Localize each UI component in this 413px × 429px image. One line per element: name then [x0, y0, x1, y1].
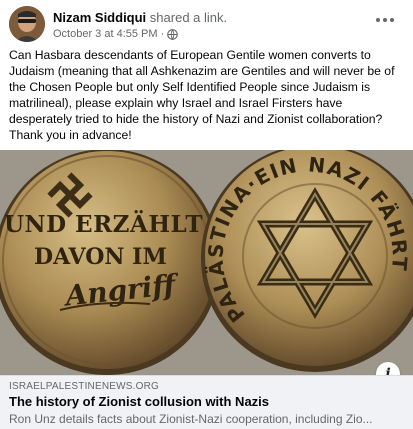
- link-description: Ron Unz details facts about Zionist-Nazi…: [9, 412, 373, 426]
- post-card: Nizam Siddiqui shared a link. October 3 …: [0, 0, 413, 429]
- author-line: Nizam Siddiqui shared a link.: [53, 10, 227, 26]
- globe-icon: [167, 28, 179, 40]
- author-avatar[interactable]: [9, 6, 45, 42]
- more-dot: [376, 18, 380, 22]
- more-dot: [390, 18, 394, 22]
- meta-separator: ·: [160, 28, 165, 40]
- post-timestamp[interactable]: October 3 at 4:55 PM: [53, 27, 158, 41]
- post-action: shared a link.: [149, 10, 228, 25]
- post-text: Can Hasbara descendants of European Gent…: [9, 48, 395, 142]
- link-preview-image[interactable]: UND ERZÄHLT DAVON IM Angriff PALÄSTINA·E…: [0, 150, 413, 375]
- coin-text-line1: UND ERZÄHLT: [4, 210, 203, 238]
- more-options-button[interactable]: [371, 8, 399, 32]
- post-meta: October 3 at 4:55 PM ·: [53, 27, 179, 41]
- link-preview-footer[interactable]: ISRAELPALESTINENEWS.ORG The history of Z…: [0, 375, 413, 429]
- left-coin: UND ERZÄHLT DAVON IM Angriff: [0, 150, 220, 375]
- author-name[interactable]: Nizam Siddiqui: [53, 10, 146, 25]
- post-header: Nizam Siddiqui shared a link. October 3 …: [0, 0, 413, 42]
- coin-text-line2: DAVON IM: [34, 244, 167, 270]
- more-dot: [383, 18, 387, 22]
- link-title[interactable]: The history of Zionist collusion with Na…: [9, 394, 269, 409]
- link-domain: ISRAELPALESTINENEWS.ORG: [9, 381, 160, 392]
